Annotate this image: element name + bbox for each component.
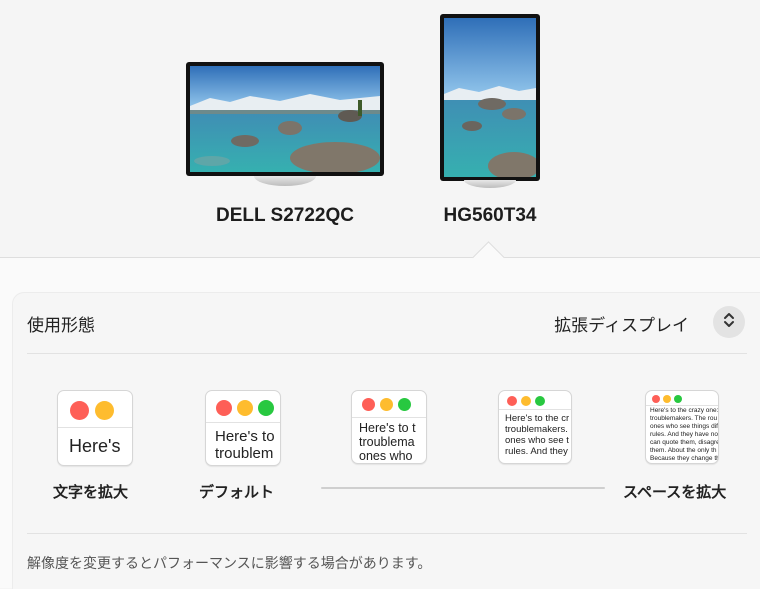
usage-label: 使用形態 [27, 316, 95, 336]
usage-select-button[interactable] [713, 306, 745, 338]
preview-titlebar-line [352, 417, 426, 418]
display-hg560-screen [440, 14, 540, 181]
zoom-dot-icon [674, 395, 682, 403]
close-dot-icon [507, 396, 517, 406]
preview-titlebar-line [206, 422, 280, 423]
usage-select-value[interactable]: 拡張ディスプレイ [554, 311, 689, 336]
display-dell-label[interactable]: DELL S2722QC [186, 205, 384, 227]
minimize-dot-icon [521, 396, 531, 406]
close-dot-icon [70, 401, 89, 420]
resolution-preview-text: Here's to t troublema ones who [359, 421, 416, 463]
display-hg560-label[interactable]: HG560T34 [416, 205, 564, 227]
resolution-option-4[interactable]: Here's to the cr troublemakers. ones who… [498, 390, 572, 464]
wallpaper-image [190, 66, 380, 172]
window-controls [652, 395, 682, 403]
close-dot-icon [362, 398, 375, 411]
resolution-option-more-space[interactable]: Here's to the crazy one: troublemakers. … [645, 390, 719, 464]
preview-titlebar-line [646, 405, 718, 406]
window-controls [507, 396, 545, 406]
zoom-dot-icon [398, 398, 411, 411]
close-dot-icon [652, 395, 660, 403]
resolution-option-larger-text[interactable]: Here's [57, 390, 133, 466]
window-controls [70, 401, 114, 420]
resolution-option-3[interactable]: Here's to t troublema ones who [351, 390, 427, 464]
resolution-preview-text: Here's to the cr troublemakers. ones who… [505, 413, 570, 457]
display-dell[interactable] [186, 62, 384, 192]
resolution-preview-text: Here's to troublem [215, 428, 275, 462]
resolution-preview-text: Here's to the crazy one: troublemakers. … [650, 407, 719, 462]
display-hg560[interactable] [440, 14, 540, 188]
resolution-label-larger-text: 文字を拡大 [53, 483, 129, 501]
performance-note: 解像度を変更するとパフォーマンスに影響する場合があります。 [27, 556, 432, 572]
window-controls [216, 400, 274, 416]
resolution-preview-text: Here's [69, 436, 121, 456]
resolution-label-more-space: スペースを拡大 [623, 483, 727, 501]
zoom-dot-icon [535, 396, 545, 406]
display-dell-screen [186, 62, 384, 176]
resolution-label-default: デフォルト [199, 483, 275, 501]
minimize-dot-icon [95, 401, 114, 420]
display-hg560-stand [464, 180, 516, 188]
minimize-dot-icon [663, 395, 671, 403]
display-dell-stand [254, 176, 316, 186]
resolution-slider-track[interactable] [321, 487, 605, 489]
wallpaper-image [444, 18, 536, 177]
window-controls [362, 398, 411, 411]
preview-titlebar-line [58, 427, 132, 428]
divider [27, 353, 747, 354]
minimize-dot-icon [380, 398, 393, 411]
preview-titlebar-line [499, 409, 571, 410]
close-dot-icon [216, 400, 232, 416]
chevron-up-down-icon [722, 311, 736, 333]
resolution-option-default[interactable]: Here's to troublem [205, 390, 281, 466]
display-settings-panel: 使用形態 拡張ディスプレイ Here's 文字を拡大 Here's to tro… [12, 292, 760, 589]
divider [27, 533, 747, 534]
zoom-dot-icon [258, 400, 274, 416]
minimize-dot-icon [237, 400, 253, 416]
